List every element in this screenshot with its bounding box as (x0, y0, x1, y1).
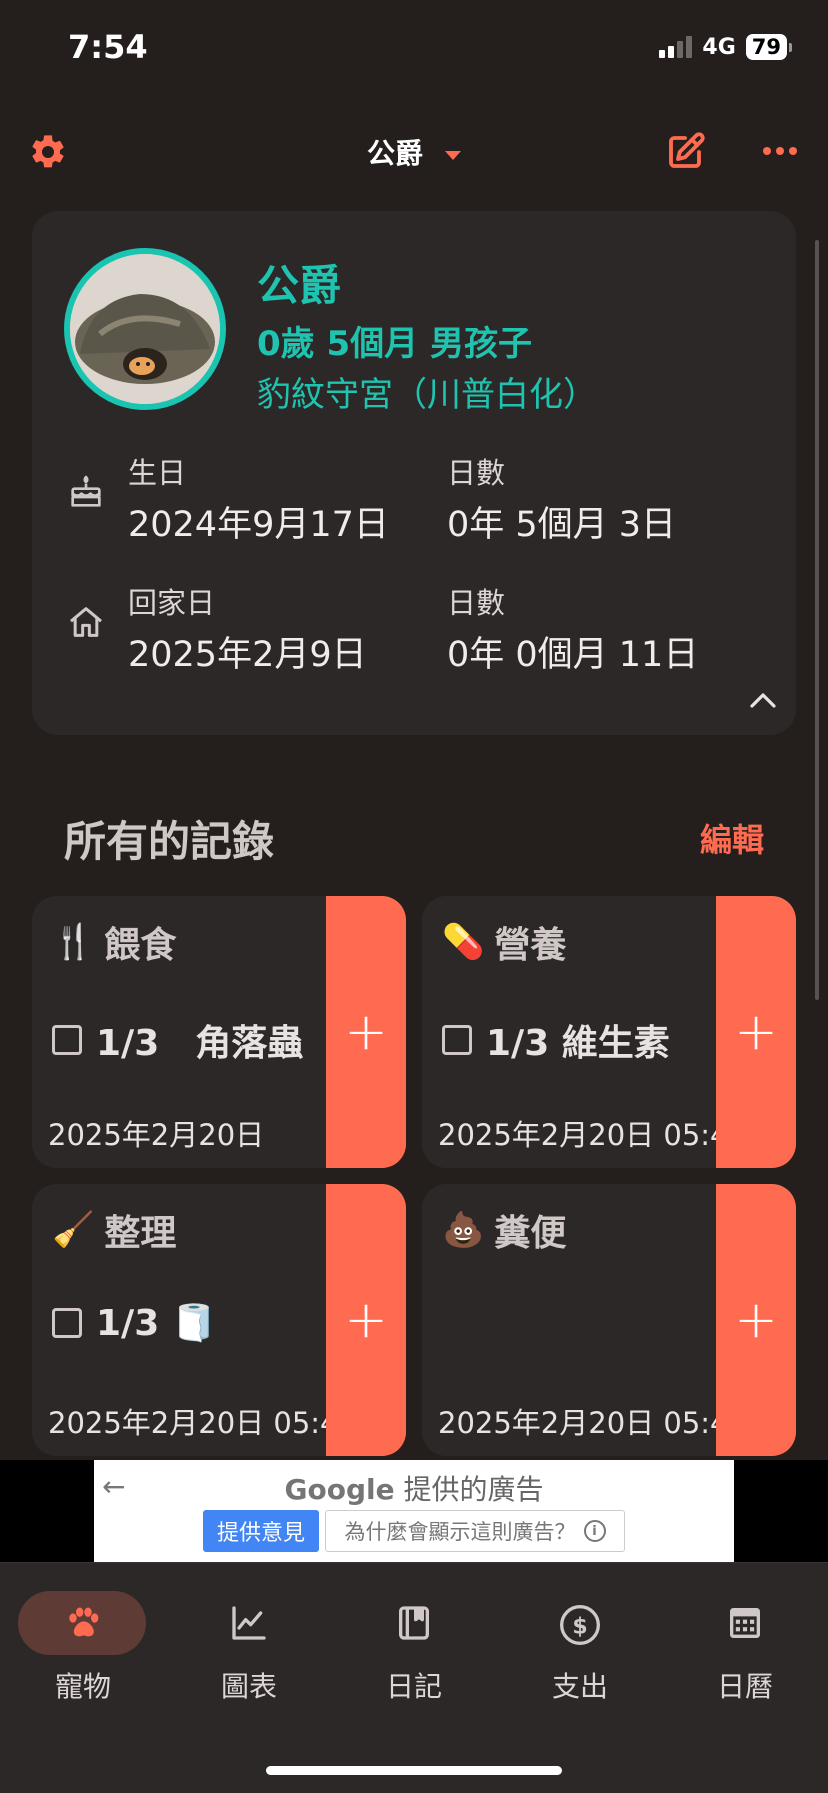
cake-icon (66, 472, 106, 516)
add-feeding-button[interactable]: + (326, 896, 406, 1168)
record-date: 2025年2月20日 05:49 (438, 1406, 747, 1440)
svg-text:$: $ (572, 1614, 587, 1639)
nav-tab-charts[interactable]: 圖表 (166, 1563, 332, 1713)
record-title: 💩 糞便 (442, 1210, 567, 1254)
nav-tab-pets[interactable]: 寵物 (0, 1563, 166, 1713)
nav-label: 日記 (385, 1670, 442, 1703)
nav-label: 支出 (551, 1670, 608, 1703)
ad-header: Google 提供的廣告 (94, 1468, 734, 1508)
ad-banner[interactable]: ← Google 提供的廣告 提供意見 為什麼會顯示這則廣告？ i (94, 1460, 734, 1562)
record-date: 2025年2月20日 05:49 (48, 1406, 357, 1440)
record-checklist-item[interactable]: 1/3 🧻 (52, 1302, 217, 1344)
pet-name: 公爵 (257, 261, 342, 310)
ad-brand: Google (284, 1473, 395, 1506)
record-card-feeding[interactable]: 🍴 餵食 1/3 角落蟲 2025年2月20日 + (32, 896, 406, 1168)
scrollbar[interactable] (815, 240, 819, 1000)
checkbox[interactable] (442, 1025, 472, 1055)
pet-avatar[interactable] (64, 248, 226, 410)
dollar-icon: $ (558, 1603, 602, 1651)
pet-selector-label: 公爵 (366, 137, 423, 170)
paw-icon (63, 1603, 103, 1647)
add-nutrition-button[interactable]: + (716, 896, 796, 1168)
nav-label: 日曆 (716, 1670, 773, 1703)
home-indicator[interactable] (266, 1766, 562, 1775)
add-cleaning-button[interactable]: + (326, 1184, 406, 1456)
nav-label: 寵物 (54, 1670, 111, 1703)
record-title: 🍴 餵食 (52, 922, 177, 966)
ad-provided-label: 提供的廣告 (403, 1473, 544, 1506)
more-options-icon[interactable] (762, 141, 798, 161)
fork-knife-icon: 🍴 (52, 922, 95, 962)
status-time: 7:54 (68, 28, 148, 66)
home-date-value: 2025年2月9日 (128, 635, 367, 675)
battery-level: 79 (745, 34, 787, 60)
record-checklist-item[interactable]: 1/3 角落蟲 (52, 1014, 303, 1066)
checkbox[interactable] (52, 1308, 82, 1338)
nav-tab-calendar[interactable]: 日曆 (662, 1563, 828, 1713)
calendar-icon (725, 1603, 765, 1647)
bottom-navigation: 寵物 圖表 日記 $ 支出 日曆 (0, 1562, 828, 1793)
pill-icon: 💊 (442, 922, 485, 962)
home-days-label: 日數 (447, 586, 506, 620)
checkbox[interactable] (52, 1025, 82, 1055)
nav-tab-diary[interactable]: 日記 (331, 1563, 497, 1713)
battery-icon: 79 (745, 34, 792, 60)
ad-why-button[interactable]: 為什麼會顯示這則廣告？ i (325, 1510, 625, 1552)
nav-tab-expenses[interactable]: $ 支出 (497, 1563, 663, 1713)
record-title: 💊 營養 (442, 922, 567, 966)
birthday-days-label: 日數 (447, 456, 506, 490)
home-days-value: 0年 0個月 11日 (447, 635, 699, 675)
status-indicators: 4G 79 (659, 34, 792, 60)
network-type: 4G (702, 34, 736, 60)
broom-icon: 🧹 (52, 1210, 95, 1250)
book-icon (394, 1603, 434, 1647)
collapse-chevron-up-icon[interactable] (748, 690, 778, 714)
record-card-cleaning[interactable]: 🧹 整理 1/3 🧻 2025年2月20日 05:49 + (32, 1184, 406, 1456)
record-card-nutrition[interactable]: 💊 營養 1/3 維生素 2025年2月20日 05:49 + (422, 896, 796, 1168)
record-title: 🧹 整理 (52, 1210, 177, 1254)
record-checklist-item[interactable]: 1/3 維生素 (442, 1014, 670, 1066)
poop-icon: 💩 (442, 1210, 485, 1250)
birthday-value: 2024年9月17日 (128, 505, 389, 545)
home-icon (66, 602, 106, 646)
info-icon: i (583, 1520, 606, 1542)
edit-note-icon[interactable] (664, 131, 706, 173)
home-date-label: 回家日 (128, 586, 216, 620)
pet-species: 豹紋守宮（川普白化） (257, 375, 597, 415)
record-date: 2025年2月20日 05:49 (438, 1118, 747, 1152)
records-title: 所有的記錄 (64, 817, 275, 866)
nav-label: 圖表 (220, 1670, 277, 1703)
signal-icon (659, 36, 693, 58)
records-edit-button[interactable]: 編輯 (700, 815, 764, 861)
birthday-label: 生日 (128, 456, 187, 490)
caret-down-icon (445, 150, 461, 160)
add-poop-button[interactable]: + (716, 1184, 796, 1456)
record-card-poop[interactable]: 💩 糞便 2025年2月20日 05:49 + (422, 1184, 796, 1456)
birthday-days-value: 0年 5個月 3日 (447, 505, 677, 545)
pet-age-gender: 0歲 5個月 男孩子 (257, 324, 532, 364)
ad-feedback-button[interactable]: 提供意見 (203, 1510, 319, 1552)
chart-icon (229, 1603, 269, 1647)
record-date: 2025年2月20日 (48, 1118, 265, 1152)
